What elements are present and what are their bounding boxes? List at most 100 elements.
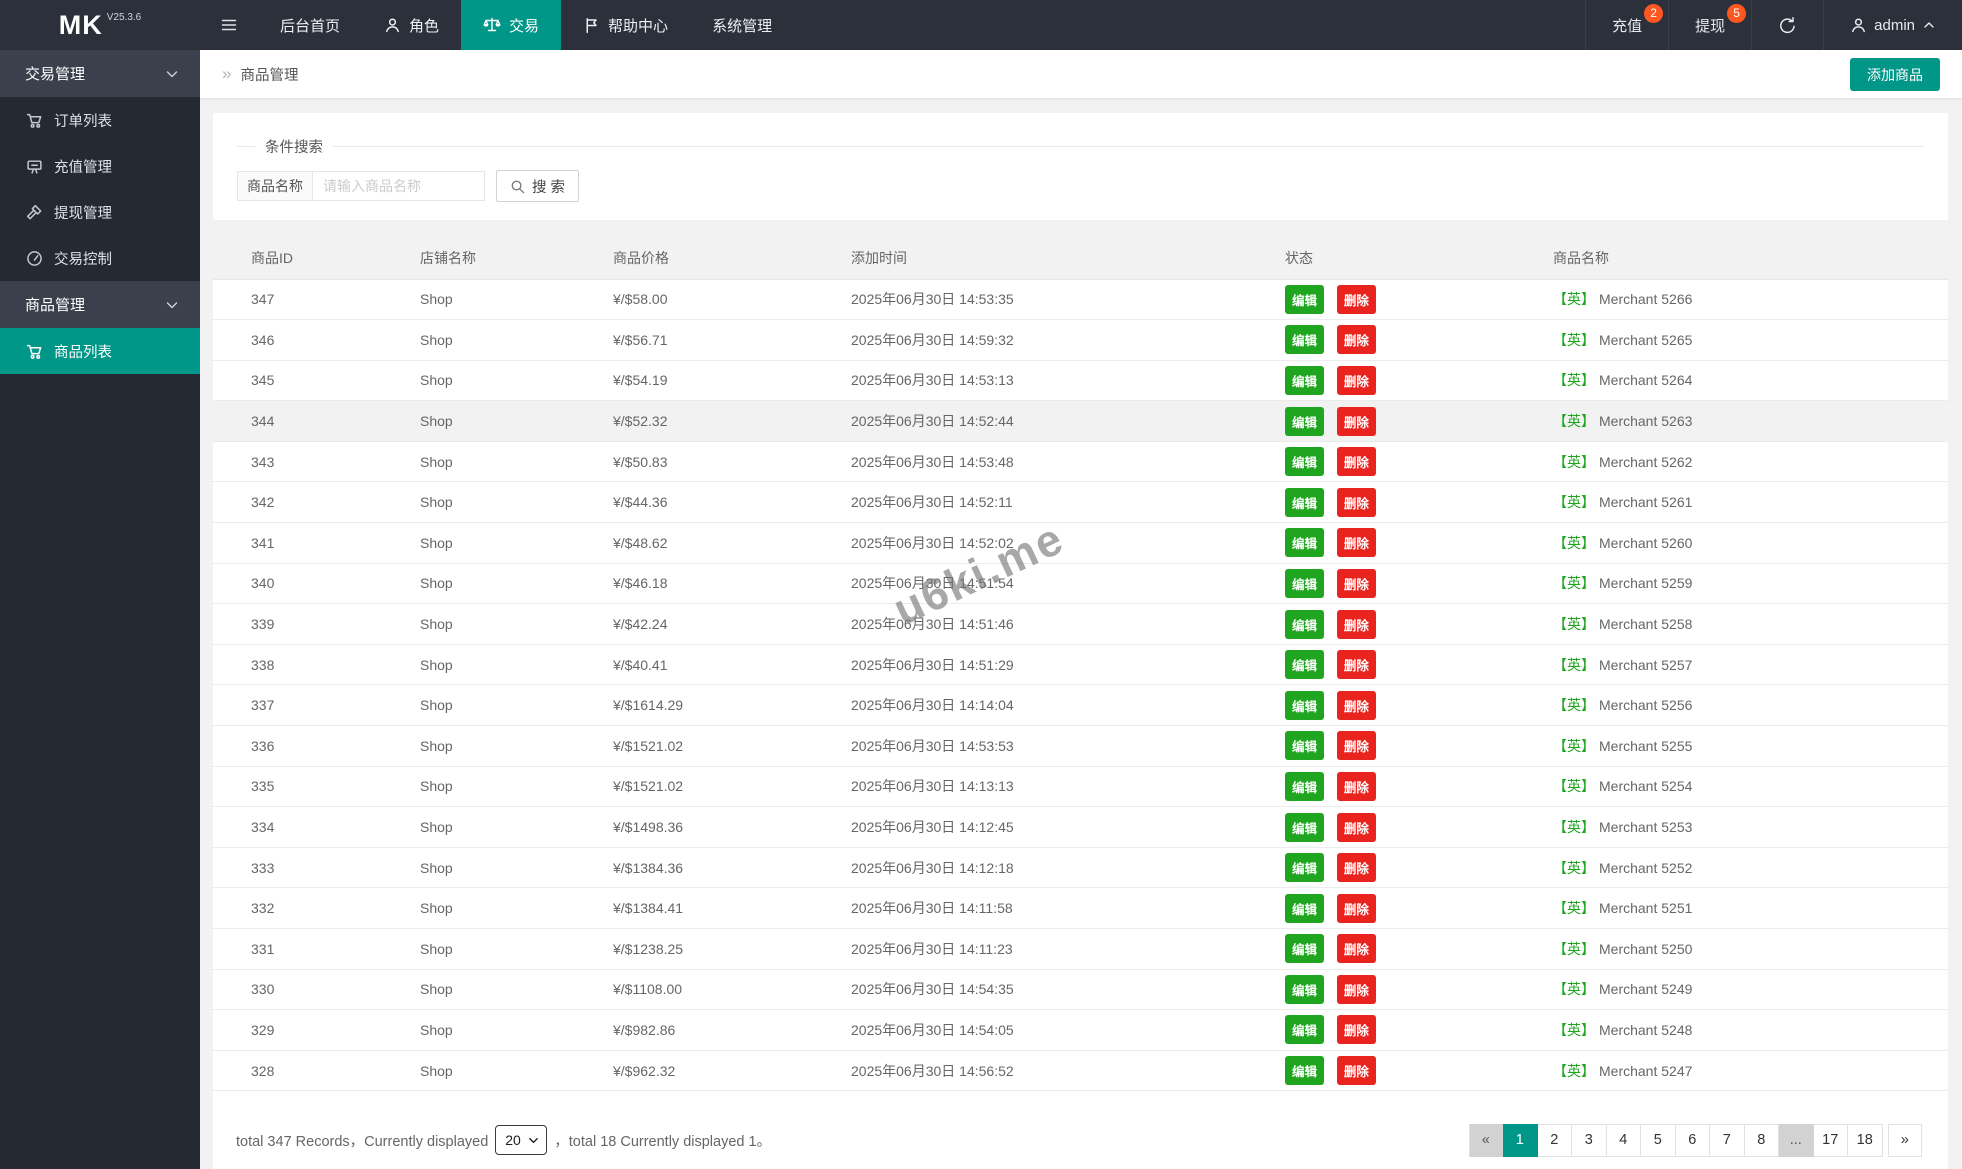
edit-button[interactable]: 编辑 (1285, 1015, 1324, 1044)
table-row: 337 Shop ¥/$1614.29 2025年06月30日 14:14:04… (213, 685, 1948, 726)
billboard-icon (26, 158, 43, 175)
page-button[interactable]: » (1888, 1124, 1923, 1157)
add-product-button[interactable]: 添加商品 (1850, 58, 1940, 91)
edit-button[interactable]: 编辑 (1285, 610, 1324, 639)
delete-button[interactable]: 删除 (1337, 894, 1376, 923)
page-size-value: 20 (505, 1132, 521, 1148)
delete-button[interactable]: 删除 (1337, 691, 1376, 720)
edit-button[interactable]: 编辑 (1285, 853, 1324, 882)
records-summary-right: ，total 18 Currently displayed 1。 (554, 1130, 771, 1151)
app-logo: MK V25.3.6 (0, 0, 200, 50)
edit-button[interactable]: 编辑 (1285, 407, 1324, 436)
delete-button[interactable]: 删除 (1337, 488, 1376, 517)
table-row: 328 Shop ¥/$962.32 2025年06月30日 14:56:52 … (213, 1050, 1948, 1091)
delete-button[interactable]: 删除 (1337, 772, 1376, 801)
table-row: 336 Shop ¥/$1521.02 2025年06月30日 14:53:53… (213, 726, 1948, 767)
edit-button[interactable]: 编辑 (1285, 894, 1324, 923)
refresh-button[interactable] (1751, 0, 1823, 50)
cell-added-time: 2025年06月30日 14:12:45 (813, 807, 1247, 848)
delete-button[interactable]: 删除 (1337, 853, 1376, 882)
delete-button[interactable]: 删除 (1337, 407, 1376, 436)
delete-button[interactable]: 删除 (1337, 610, 1376, 639)
nav-tab-label: 交易 (509, 15, 539, 36)
sidebar-group-trade-management[interactable]: 交易管理 (0, 50, 200, 97)
sidebar-item-recharge-management[interactable]: 充值管理 (0, 143, 200, 189)
search-panel: 条件搜索 商品名称 搜 索 (213, 113, 1948, 220)
delete-button[interactable]: 删除 (1337, 528, 1376, 557)
sidebar-item-product-list[interactable]: 商品列表 (0, 328, 200, 374)
edit-button[interactable]: 编辑 (1285, 934, 1324, 963)
edit-button[interactable]: 编辑 (1285, 366, 1324, 395)
edit-button[interactable]: 编辑 (1285, 528, 1324, 557)
delete-button[interactable]: 删除 (1337, 325, 1376, 354)
cell-product-id: 342 (213, 482, 382, 523)
page-size-select[interactable]: 20 (495, 1125, 547, 1155)
sidebar-item-trade-control[interactable]: 交易控制 (0, 235, 200, 281)
nav-tab-home[interactable]: 后台首页 (258, 0, 362, 50)
withdraw-shortcut[interactable]: 提现 5 (1668, 0, 1751, 50)
delete-button[interactable]: 删除 (1337, 285, 1376, 314)
user-menu[interactable]: admin (1823, 0, 1962, 50)
edit-button[interactable]: 编辑 (1285, 650, 1324, 679)
delete-button[interactable]: 删除 (1337, 447, 1376, 476)
sidebar-item-withdraw-management[interactable]: 提现管理 (0, 189, 200, 235)
page-button[interactable]: 3 (1572, 1124, 1607, 1157)
sidebar-item-order-list[interactable]: 订单列表 (0, 97, 200, 143)
nav-tab-roles[interactable]: 角色 (362, 0, 461, 50)
recharge-shortcut[interactable]: 充值 2 (1585, 0, 1668, 50)
edit-button[interactable]: 编辑 (1285, 691, 1324, 720)
page-button[interactable]: 5 (1641, 1124, 1676, 1157)
sidebar-group-product-management[interactable]: 商品管理 (0, 281, 200, 328)
edit-button[interactable]: 编辑 (1285, 1056, 1324, 1085)
edit-button[interactable]: 编辑 (1285, 447, 1324, 476)
page-button[interactable]: 1 (1503, 1124, 1538, 1157)
sidebar-collapse-button[interactable] (200, 0, 258, 50)
delete-button[interactable]: 删除 (1337, 934, 1376, 963)
cell-product-name: 【英】Merchant 5248 (1515, 1010, 1948, 1051)
delete-button[interactable]: 删除 (1337, 366, 1376, 395)
sidebar-item-label: 提现管理 (54, 202, 112, 223)
cell-status: 编辑 删除 (1247, 766, 1515, 807)
edit-button[interactable]: 编辑 (1285, 569, 1324, 598)
page-button[interactable]: 8 (1745, 1124, 1780, 1157)
cell-status: 编辑 删除 (1247, 401, 1515, 442)
edit-button[interactable]: 编辑 (1285, 488, 1324, 517)
product-name-input[interactable] (313, 171, 485, 201)
page-button[interactable]: 2 (1538, 1124, 1573, 1157)
delete-button[interactable]: 删除 (1337, 731, 1376, 760)
delete-button[interactable]: 删除 (1337, 569, 1376, 598)
cell-added-time: 2025年06月30日 14:53:53 (813, 726, 1247, 767)
delete-button[interactable]: 删除 (1337, 975, 1376, 1004)
edit-button[interactable]: 编辑 (1285, 285, 1324, 314)
page-button[interactable]: 17 (1814, 1124, 1849, 1157)
page-button[interactable]: ... (1779, 1124, 1814, 1157)
page-button[interactable]: 18 (1848, 1124, 1883, 1157)
delete-button[interactable]: 删除 (1337, 1056, 1376, 1085)
cell-product-id: 334 (213, 807, 382, 848)
nav-tab-trade[interactable]: 交易 (461, 0, 561, 50)
edit-button[interactable]: 编辑 (1285, 813, 1324, 842)
cell-shop-name: Shop (382, 279, 575, 320)
edit-button[interactable]: 编辑 (1285, 975, 1324, 1004)
nav-tab-system[interactable]: 系统管理 (690, 0, 794, 50)
cell-price: ¥/$1614.29 (575, 685, 813, 726)
cell-product-id: 335 (213, 766, 382, 807)
delete-button[interactable]: 删除 (1337, 813, 1376, 842)
page-button[interactable]: « (1469, 1124, 1504, 1157)
cell-status: 编辑 删除 (1247, 847, 1515, 888)
edit-button[interactable]: 编辑 (1285, 772, 1324, 801)
search-button[interactable]: 搜 索 (496, 170, 579, 202)
cell-price: ¥/$58.00 (575, 279, 813, 320)
edit-button[interactable]: 编辑 (1285, 731, 1324, 760)
delete-button[interactable]: 删除 (1337, 650, 1376, 679)
pagination: «12345678...1718» (1469, 1124, 1923, 1157)
cell-product-name: 【英】Merchant 5252 (1515, 847, 1948, 888)
nav-tab-help[interactable]: 帮助中心 (561, 0, 690, 50)
cell-price: ¥/$1384.36 (575, 847, 813, 888)
page-button[interactable]: 7 (1710, 1124, 1745, 1157)
cell-price: ¥/$42.24 (575, 604, 813, 645)
edit-button[interactable]: 编辑 (1285, 325, 1324, 354)
delete-button[interactable]: 删除 (1337, 1015, 1376, 1044)
page-button[interactable]: 6 (1676, 1124, 1711, 1157)
page-button[interactable]: 4 (1607, 1124, 1642, 1157)
